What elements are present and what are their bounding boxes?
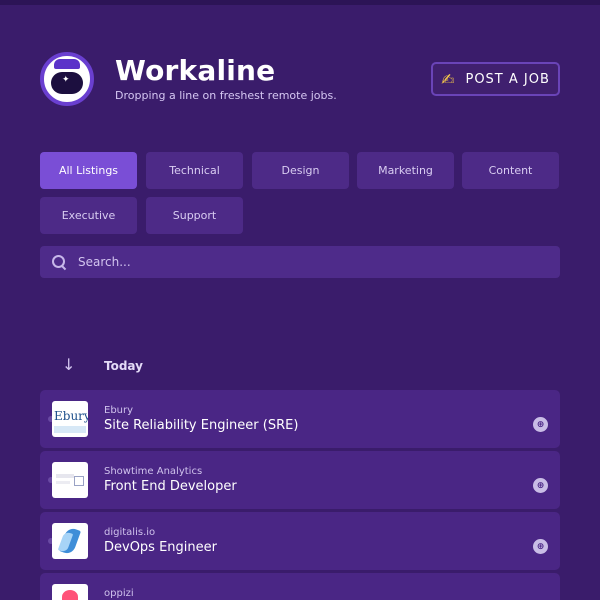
job-card-oppizi[interactable]: oppizi bbox=[40, 573, 560, 600]
search-icon bbox=[52, 255, 66, 269]
post-job-label: POST A JOB bbox=[465, 71, 550, 87]
writing-hand-icon: ✍ bbox=[441, 69, 456, 89]
job-company: Showtime Analytics bbox=[104, 466, 203, 477]
job-title: Site Reliability Engineer (SRE) bbox=[104, 418, 299, 433]
logo-box-shape bbox=[74, 476, 84, 486]
job-company: digitalis.io bbox=[104, 527, 156, 538]
post-job-button[interactable]: ✍ POST A JOB bbox=[431, 62, 560, 96]
filter-support[interactable]: Support bbox=[146, 197, 243, 234]
company-logo bbox=[52, 462, 88, 498]
job-card-showtime[interactable]: Showtime Analytics Front End Developer ⊕ bbox=[40, 451, 560, 509]
search-input[interactable] bbox=[78, 255, 518, 269]
company-logo bbox=[52, 523, 88, 559]
job-card-digitalis[interactable]: digitalis.io DevOps Engineer ⊕ bbox=[40, 512, 560, 570]
job-card-ebury[interactable]: Ebury Ebury Site Reliability Engineer (S… bbox=[40, 390, 560, 448]
logo-shape bbox=[62, 590, 78, 600]
job-title: DevOps Engineer bbox=[104, 540, 217, 555]
arrow-down-icon[interactable]: ↓ bbox=[62, 355, 75, 374]
section-label: Today bbox=[104, 359, 143, 373]
globe-icon: ⊕ bbox=[533, 539, 548, 554]
astronaut-logo-icon[interactable]: ✦ bbox=[40, 52, 94, 106]
logo-strip bbox=[54, 426, 86, 433]
globe-icon: ⊕ bbox=[533, 417, 548, 432]
brand-name[interactable]: Workaline bbox=[115, 54, 275, 87]
filter-technical[interactable]: Technical bbox=[146, 152, 243, 189]
section-header-today: ↓ Today bbox=[40, 355, 560, 379]
logo-bar bbox=[56, 481, 70, 484]
globe-icon: ⊕ bbox=[533, 478, 548, 493]
job-title: Front End Developer bbox=[104, 479, 237, 494]
ebury-logo-text: Ebury bbox=[54, 409, 88, 423]
job-company: Ebury bbox=[104, 405, 134, 416]
logo-bar bbox=[56, 474, 74, 478]
top-bar bbox=[0, 0, 600, 5]
company-logo: Ebury bbox=[52, 401, 88, 437]
company-logo bbox=[52, 584, 88, 600]
filter-all-listings[interactable]: All Listings bbox=[40, 152, 137, 189]
tagline: Dropping a line on freshest remote jobs. bbox=[115, 89, 337, 102]
filter-content[interactable]: Content bbox=[462, 152, 559, 189]
logo-helmet-cap bbox=[54, 59, 80, 69]
filter-marketing[interactable]: Marketing bbox=[357, 152, 454, 189]
search-bar bbox=[40, 246, 560, 278]
filter-design[interactable]: Design bbox=[252, 152, 349, 189]
job-company: oppizi bbox=[104, 588, 134, 599]
star-icon: ✦ bbox=[62, 75, 70, 85]
site-header: ✦ Workaline Dropping a line on freshest … bbox=[40, 52, 560, 108]
filter-executive[interactable]: Executive bbox=[40, 197, 137, 234]
